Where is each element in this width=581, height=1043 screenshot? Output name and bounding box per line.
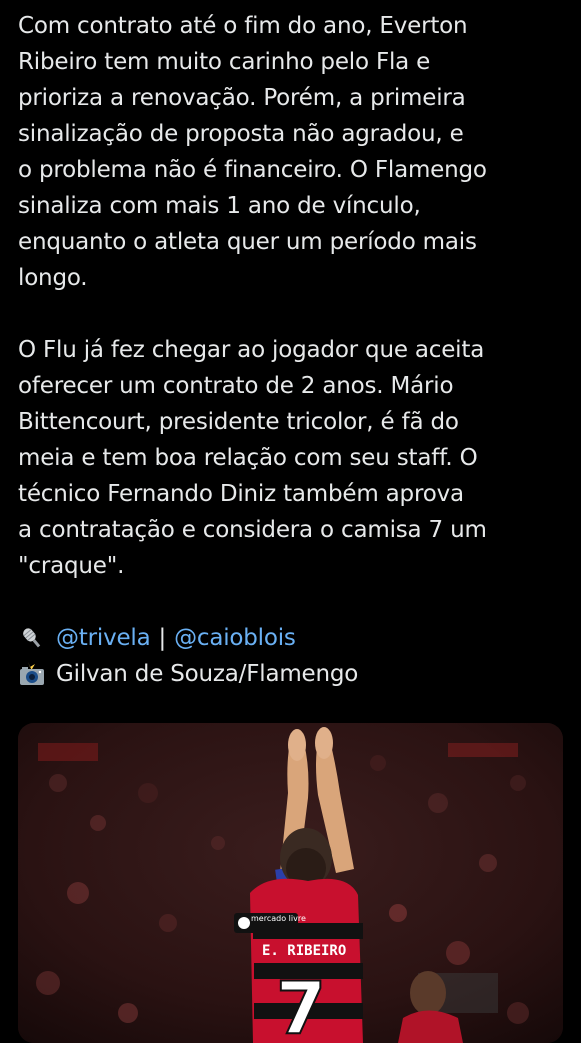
separator: |	[158, 625, 167, 651]
tweet-text: Com contrato até o fim do ano, Everton R…	[18, 8, 574, 692]
tweet-paragraph: O Flu já fez chegar ao jogador que aceit…	[18, 337, 487, 579]
photo-credit-text: Gilvan de Souza/Flamengo	[56, 661, 359, 687]
jersey-sponsor: mercado livre	[251, 914, 306, 923]
microphone-icon	[18, 625, 46, 651]
camera-flash-icon	[18, 661, 46, 687]
tweet-paragraph: Com contrato até o fim do ano, Everton R…	[18, 13, 487, 291]
tweet-photo[interactable]: mercado livre E. RIBEIRO 7	[18, 723, 563, 1043]
author-credits: @trivela | @caioblois	[18, 620, 574, 656]
mention-link-trivela[interactable]: @trivela	[56, 620, 151, 656]
jersey-name: E. RIBEIRO	[262, 943, 346, 959]
mention-link-caioblois[interactable]: @caioblois	[174, 620, 296, 656]
jersey-number: 7	[276, 966, 326, 1043]
photo-credit: Gilvan de Souza/Flamengo	[18, 656, 574, 692]
